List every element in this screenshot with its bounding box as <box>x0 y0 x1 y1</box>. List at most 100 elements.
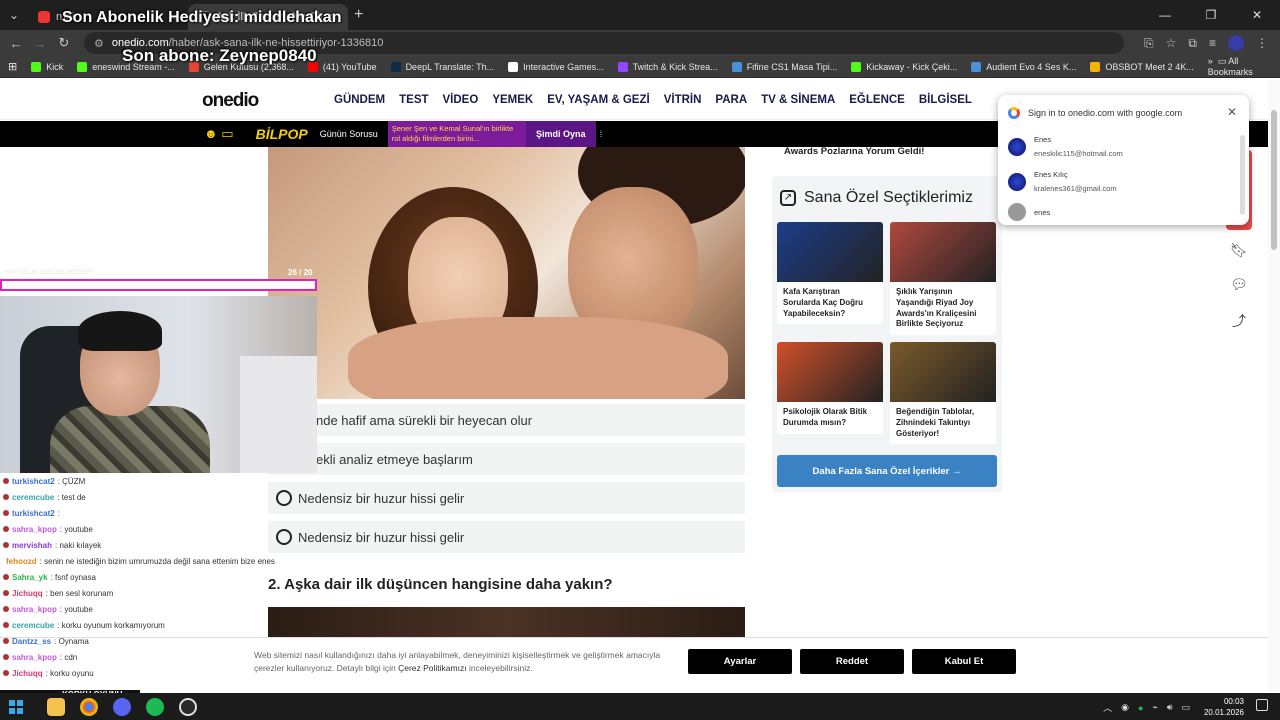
network-icon[interactable]: ⌁ <box>1152 702 1157 713</box>
chat-username[interactable]: Jichuqq <box>12 669 43 678</box>
bookmark-star-icon[interactable]: ☆ <box>1166 36 1177 50</box>
share-icon[interactable]: ⤴ <box>1230 311 1248 329</box>
restore-icon[interactable]: ❐ <box>1188 0 1234 30</box>
previous-card-title[interactable]: Awards Pozlarına Yorum Geldi! <box>784 146 924 157</box>
bookmark-item[interactable]: Twitch & Kick Strea... <box>617 61 718 72</box>
battery-icon[interactable]: ▭ <box>1181 702 1190 713</box>
spotify-tray-icon[interactable]: ● <box>1138 703 1143 713</box>
install-app-icon[interactable]: ⎘ <box>1144 36 1154 51</box>
bookmark-item[interactable]: Kickaway - Kick Çeki... <box>851 61 957 72</box>
menu-item[interactable]: TV & SİNEMA <box>761 94 835 106</box>
tab-search-icon[interactable]: ⌄ <box>0 8 28 22</box>
new-tab-icon[interactable]: + <box>354 6 363 24</box>
cookie-reject-button[interactable]: Reddet <box>800 649 904 674</box>
bilpop-banner[interactable]: ☻ ▭ BİLPOP Günün Sorusu Şener Şen ve Kem… <box>196 121 744 147</box>
answer-option[interactable]: Nedensiz bir huzur hissi gelir <box>268 521 745 553</box>
recommendation-card[interactable]: Beğendiğin Tablolar, Zihnindeki Takıntıy… <box>890 342 996 445</box>
page-scrollbar[interactable] <box>1268 80 1280 692</box>
chat-username[interactable]: sahra_kpop <box>12 605 57 614</box>
chat-username[interactable]: mervishah <box>12 541 52 550</box>
more-content-button[interactable]: Daha Fazla Sana Özel İçerikler → <box>777 455 997 487</box>
bookmark-item[interactable]: (41) YouTube <box>307 61 377 72</box>
discord-icon[interactable] <box>113 697 131 716</box>
cookie-accept-button[interactable]: Kabul Et <box>912 649 1016 674</box>
menu-item[interactable]: EĞLENCE <box>849 94 905 106</box>
tray-chevron-icon[interactable]: ︿ <box>1103 701 1112 714</box>
bookmark-item[interactable]: OBSBOT Meet 2 4K... <box>1090 61 1194 72</box>
chat-username[interactable]: sahra_kpop <box>12 653 57 662</box>
chat-username[interactable]: Sahra_yk <box>12 573 48 582</box>
bookmark-item[interactable]: DeepL Translate: Th... <box>390 61 494 72</box>
minimize-icon[interactable]: — <box>1142 0 1188 30</box>
chat-username[interactable]: Dantzz_ss <box>12 637 51 646</box>
volume-icon[interactable]: 🔊︎ <box>1167 702 1173 713</box>
close-window-icon[interactable]: ✕ <box>1234 0 1280 30</box>
obs-icon[interactable] <box>179 697 197 716</box>
all-bookmarks[interactable]: » ▭ All Bookmarks <box>1208 56 1280 77</box>
file-explorer-icon[interactable] <box>47 697 65 716</box>
chat-message: ceremcube: korku oyunum korkamıyorum <box>0 617 268 633</box>
answer-option[interactable]: Nedensiz bir huzur hissi gelir <box>268 482 745 514</box>
recommendation-card[interactable]: Şıklık Yarışının Yaşandığı Riyad Joy Awa… <box>890 222 996 336</box>
apps-icon[interactable]: ⊞ <box>8 60 17 73</box>
menu-item[interactable]: EV, YAŞAM & GEZİ <box>547 94 649 106</box>
forward-icon[interactable]: → <box>28 36 52 51</box>
bookmark-item[interactable]: Interactive Games... <box>508 61 604 72</box>
reload-icon[interactable]: ↻ <box>52 35 76 51</box>
radio-button[interactable] <box>276 529 292 545</box>
sub-goal-label: HAFTALIK ABONE HEDEFİ <box>4 269 94 276</box>
google-account[interactable]: enes <box>1008 203 1050 221</box>
discord-tray-icon[interactable]: ◉ <box>1121 702 1129 713</box>
recommendation-card[interactable]: Kafa Karıştıran Sorularda Kaç Doğru Yapa… <box>777 222 883 325</box>
notification-icon[interactable] <box>1256 699 1268 711</box>
cookie-policy-link[interactable]: Çerez Politikamızı <box>398 663 467 673</box>
back-icon[interactable]: ← <box>4 36 28 51</box>
chat-username[interactable]: turkishcat2 <box>12 509 55 518</box>
bookmark-item[interactable]: Kick <box>31 61 63 72</box>
close-icon[interactable]: ✕ <box>1227 105 1237 119</box>
menu-item[interactable]: VİDEO <box>443 94 479 106</box>
bookmark-icon[interactable]: 🔖︎ <box>1230 242 1248 260</box>
chat-username[interactable]: Jichuqq <box>12 589 43 598</box>
google-account[interactable]: Enes Kılıç kralenes361@gmail.com <box>1008 170 1117 193</box>
menu-item[interactable]: TEST <box>399 94 428 106</box>
answer-option[interactable]: nde hafif ama sürekli bir heyecan olur <box>268 404 745 436</box>
scroll-thumb[interactable] <box>1271 110 1277 250</box>
answer-option[interactable]: ekli analiz etmeye başlarım <box>268 443 745 475</box>
daily-question-label: Günün Sorusu <box>319 129 378 139</box>
bookmark-item[interactable]: Fifine CS1 Masa Tipi... <box>731 61 837 72</box>
menu-item[interactable]: BİLGİSEL <box>919 94 972 106</box>
site-info-icon[interactable]: ⚙ <box>94 37 104 50</box>
cookie-settings-button[interactable]: Ayarlar <box>688 649 792 674</box>
arm-shape <box>348 317 728 399</box>
chat-username[interactable]: ceremcube <box>12 621 54 630</box>
profile-avatar[interactable] <box>1228 35 1244 51</box>
menu-item[interactable]: PARA <box>715 94 747 106</box>
chat-username[interactable]: turkishcat2 <box>12 477 55 486</box>
chat-username[interactable]: ceremcube <box>12 493 54 502</box>
google-account[interactable]: Enes eneskilic115@hotmail.com <box>1008 135 1123 158</box>
chrome-icon[interactable] <box>80 697 98 716</box>
menu-item[interactable]: YEMEK <box>492 94 533 106</box>
more-dots-icon[interactable]: ⁞ <box>600 129 603 139</box>
chat-message: Dantzz_ss: Oynama <box>0 633 268 649</box>
windows-taskbar: ︿ ◉ ● ⌁ 🔊︎ ▭ 00:03 20.01.2026 <box>0 693 1280 720</box>
site-logo[interactable]: onedio <box>202 90 259 112</box>
media-icon[interactable]: ≡ <box>1209 36 1216 50</box>
menu-item[interactable]: VİTRİN <box>664 94 702 106</box>
bookmark-item[interactable]: Audient Evo 4 Ses K... <box>971 61 1076 72</box>
chat-username[interactable]: fehoozd <box>6 557 37 566</box>
radio-button[interactable] <box>276 490 292 506</box>
spotify-icon[interactable] <box>146 697 164 716</box>
extensions-icon[interactable]: ⧉ <box>1188 36 1197 51</box>
menu-item[interactable]: GÜNDEM <box>334 94 385 106</box>
comments-icon[interactable]: 💬︎ <box>1230 276 1248 294</box>
popup-scrollbar[interactable] <box>1240 135 1245 215</box>
start-icon[interactable] <box>9 699 23 714</box>
recommendation-card[interactable]: Psikolojik Olarak Bitik Durumda mısın? <box>777 342 883 434</box>
menu-icon[interactable]: ⋮ <box>1256 36 1268 50</box>
play-now-button[interactable]: Şimdi Oyna <box>525 121 596 147</box>
chat-username[interactable]: sahra_kpop <box>12 525 57 534</box>
clock[interactable]: 00:03 20.01.2026 <box>1204 696 1244 718</box>
avatar <box>1008 203 1026 221</box>
